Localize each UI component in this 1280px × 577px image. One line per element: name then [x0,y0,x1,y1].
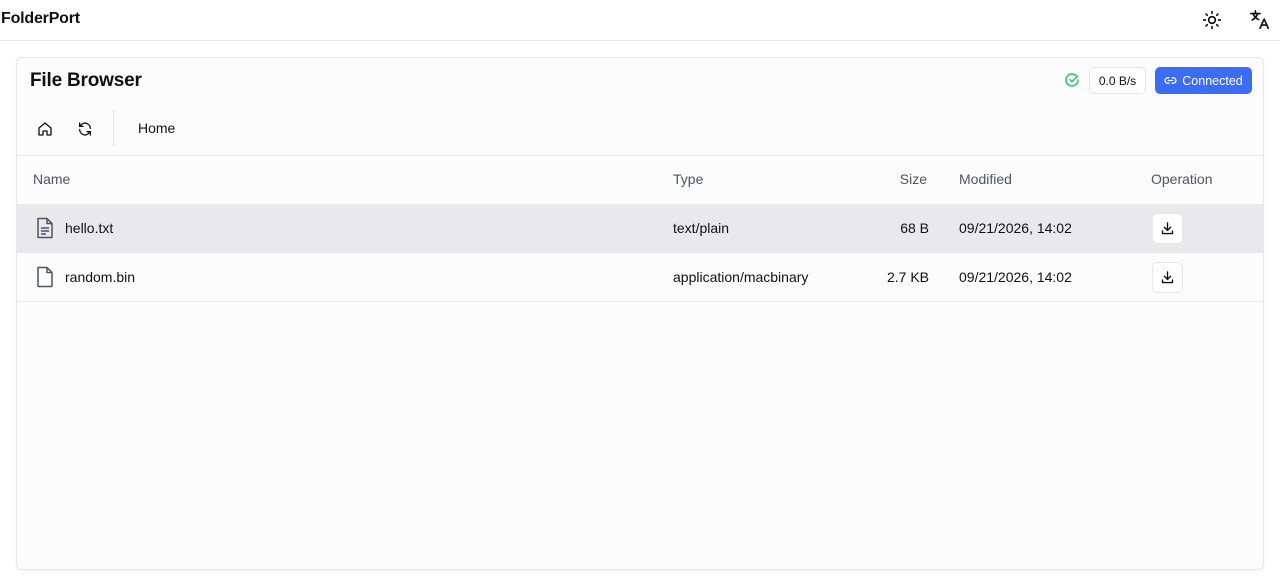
file-icon [37,266,53,288]
refresh-button[interactable] [72,116,98,142]
toolbar-divider [113,110,114,146]
connected-label: Connected [1182,73,1243,88]
breadcrumb-home[interactable]: Home [138,120,175,136]
home-icon [38,122,52,136]
file-size: 2.7 KB [886,269,929,285]
link-icon [1164,77,1177,84]
column-header-operation: Operation [1151,171,1213,187]
column-header-name[interactable]: Name [33,171,70,187]
column-header-type[interactable]: Type [673,171,703,187]
download-button[interactable] [1152,213,1183,244]
transfer-speed-badge: 0.0 B/s [1089,67,1146,94]
app-title: FolderPort [1,10,80,27]
download-button[interactable] [1152,262,1183,293]
theme-toggle-button[interactable] [1200,8,1224,32]
table-row[interactable]: random.bin application/macbinary 2.7 KB … [17,253,1263,302]
connected-button[interactable]: Connected [1155,67,1252,94]
card-title: File Browser [30,70,142,91]
file-type: application/macbinary [673,269,809,285]
top-bar: FolderPort [0,0,1280,41]
language-button[interactable] [1248,8,1272,32]
text-file-icon [37,217,53,239]
file-name[interactable]: random.bin [65,269,135,285]
check-circle-icon [1065,73,1079,87]
divider [17,155,1263,156]
connection-status-indicator [1064,72,1080,88]
file-size: 68 B [900,220,929,236]
file-modified: 09/21/2026, 14:02 [959,220,1072,236]
translate-icon [1250,10,1270,30]
download-icon [1161,271,1174,284]
sun-icon [1202,10,1222,30]
table-row[interactable]: hello.txt text/plain 68 B 09/21/2026, 14… [17,204,1263,253]
refresh-icon [79,122,91,136]
file-name[interactable]: hello.txt [65,220,113,236]
file-modified: 09/21/2026, 14:02 [959,269,1072,285]
file-browser-card: File Browser 0.0 B/s Connected Home Name… [16,57,1264,570]
home-button[interactable] [32,116,58,142]
file-type: text/plain [673,220,730,236]
column-header-modified[interactable]: Modified [959,171,1012,187]
download-icon [1161,222,1174,235]
column-header-size[interactable]: Size [900,171,927,187]
